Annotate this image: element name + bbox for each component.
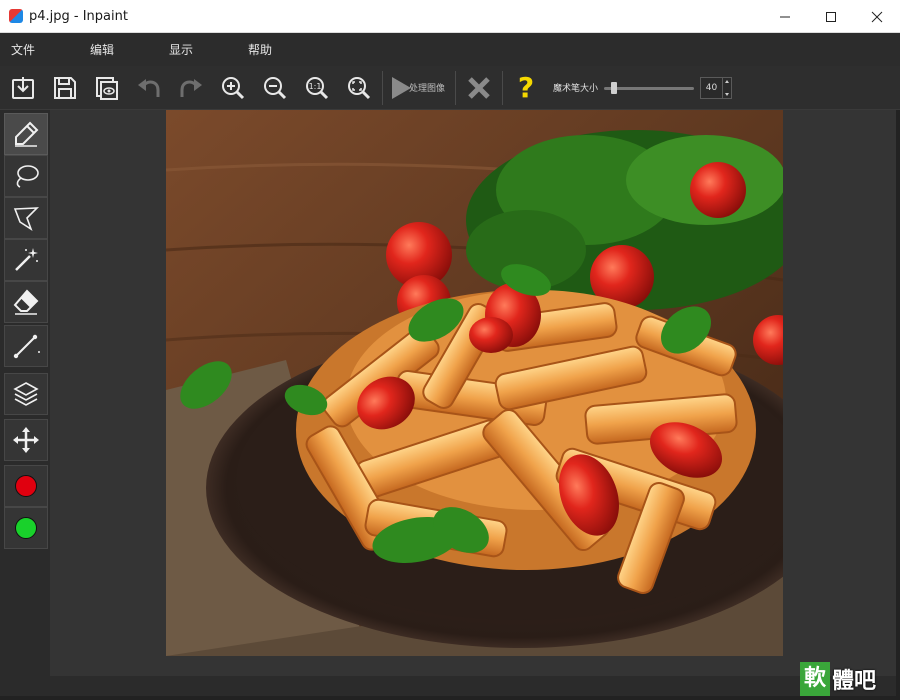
open-icon	[12, 76, 34, 99]
menu-bar: 文件 编辑 显示 帮助	[0, 33, 900, 66]
tool-layers[interactable]	[4, 373, 48, 415]
zoom-out-icon	[264, 76, 287, 99]
tool-eraser[interactable]	[4, 281, 48, 323]
spin-down-icon[interactable]	[725, 92, 730, 96]
watermark-rest: 體吧	[832, 669, 877, 694]
tool-guide-lines[interactable]	[4, 325, 48, 367]
toolbar: 1:1 处理图像 ? 魔术笔大小 40	[0, 66, 900, 110]
window-frame-right	[896, 110, 900, 700]
slider-thumb[interactable]	[610, 81, 617, 94]
spin-up-icon[interactable]	[725, 79, 730, 83]
zoom-in-button[interactable]	[212, 66, 254, 110]
minimize-button[interactable]	[762, 0, 808, 33]
help-button[interactable]: ?	[505, 66, 547, 110]
image-canvas[interactable]	[166, 110, 783, 656]
fit-window-icon	[348, 76, 371, 99]
save-copy-icon	[96, 76, 118, 100]
app-icon	[9, 9, 23, 23]
tool-lasso[interactable]	[4, 155, 48, 197]
layers-icon	[13, 382, 39, 406]
svg-text:1:1: 1:1	[309, 82, 322, 91]
brush-size-slider[interactable]	[604, 81, 695, 95]
close-icon	[871, 11, 883, 22]
slider-track	[604, 86, 695, 90]
tool-marker[interactable]	[4, 113, 48, 155]
tool-magic-wand[interactable]	[4, 239, 48, 281]
redo-button[interactable]	[170, 66, 212, 110]
tool-move[interactable]	[4, 419, 48, 461]
red-color-swatch	[15, 475, 37, 497]
window-controls	[762, 0, 900, 33]
green-color-swatch	[15, 517, 37, 539]
brush-size-spinbox[interactable]: 40	[700, 76, 733, 99]
lasso-icon	[16, 165, 39, 188]
brush-size-label: 魔术笔大小	[553, 84, 599, 94]
zoom-out-button[interactable]	[254, 66, 296, 110]
cross-icon	[468, 76, 490, 99]
marker-icon	[15, 121, 39, 147]
toolbar-separator	[502, 70, 504, 105]
close-button[interactable]	[854, 0, 900, 33]
brush-size-value[interactable]: 40	[701, 83, 722, 93]
title-bar: p4.jpg - Inpaint	[0, 0, 900, 33]
save-copy-button[interactable]	[86, 66, 128, 110]
tool-sidebar	[2, 111, 49, 696]
menu-help[interactable]: 帮助	[237, 41, 316, 58]
undo-icon	[138, 78, 160, 97]
undo-button[interactable]	[128, 66, 170, 110]
window-frame-bottom	[0, 696, 900, 700]
play-icon	[392, 76, 411, 99]
eraser-icon	[13, 289, 39, 315]
process-button[interactable]	[385, 66, 415, 110]
tool-polygonal-lasso[interactable]	[4, 197, 48, 239]
red-color-button[interactable]	[4, 465, 48, 507]
toolbar-separator	[382, 70, 383, 105]
redo-icon	[180, 78, 202, 97]
open-button[interactable]	[2, 66, 44, 110]
maximize-icon	[826, 11, 836, 22]
menu-edit[interactable]: 编辑	[79, 41, 158, 58]
actual-size-button[interactable]: 1:1	[296, 66, 338, 110]
zoom-in-icon	[222, 76, 245, 99]
toolbar-separator	[455, 70, 457, 105]
save-icon	[54, 76, 76, 99]
menu-file[interactable]: 文件	[0, 41, 79, 58]
move-icon	[13, 427, 39, 453]
cancel-button[interactable]	[458, 66, 500, 110]
minimize-icon	[780, 16, 790, 17]
fit-window-button[interactable]	[338, 66, 380, 110]
green-color-button[interactable]	[4, 507, 48, 549]
help-icon: ?	[517, 71, 535, 104]
spin-arrows[interactable]	[722, 77, 731, 98]
window-title: p4.jpg - Inpaint	[29, 8, 128, 24]
maximize-button[interactable]	[808, 0, 854, 33]
watermark-main: 軟	[800, 662, 831, 696]
actual-size-icon: 1:1	[306, 76, 329, 99]
magic-wand-icon	[15, 248, 38, 271]
polygonal-lasso-icon	[13, 207, 40, 231]
menu-view[interactable]: 显示	[158, 41, 237, 58]
pasta-photo	[166, 110, 783, 656]
watermark: 軟 體吧	[800, 662, 896, 696]
save-button[interactable]	[44, 66, 86, 110]
guide-lines-icon	[13, 334, 40, 359]
